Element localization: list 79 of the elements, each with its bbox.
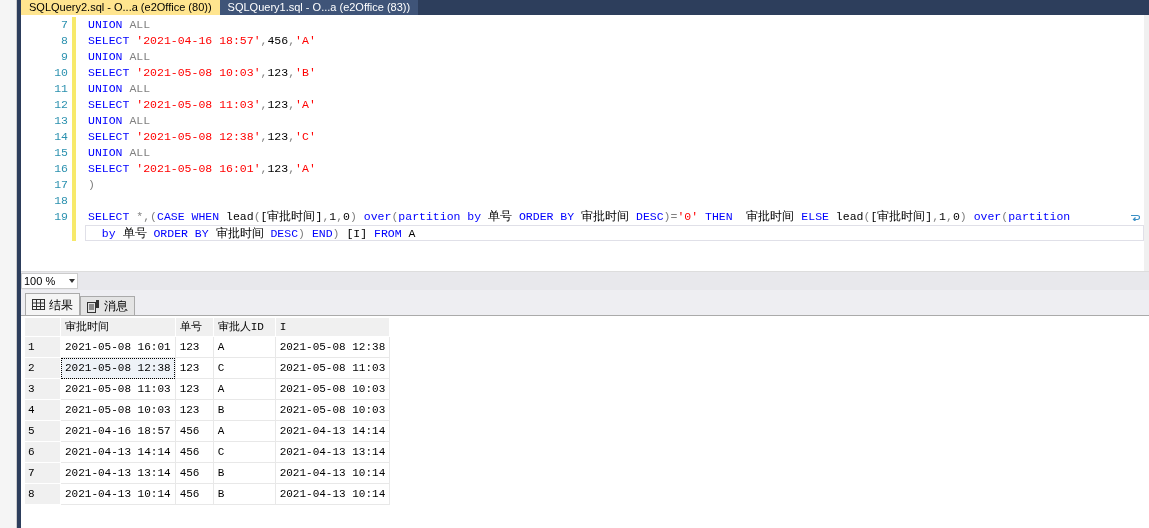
table-cell: 2021-05-08 11:03 (275, 357, 390, 379)
line-number: 8 (60, 33, 69, 49)
table-cell: 2021-04-13 14:14 (275, 420, 390, 442)
table-cell: 2021-04-13 10:14 (60, 483, 176, 505)
table-cell: 2021-05-08 12:38 (275, 336, 390, 358)
table-cell: 2021-04-13 10:14 (275, 483, 390, 505)
line-number: 18 (53, 193, 69, 209)
row-header[interactable]: 1 (24, 336, 61, 358)
code-line: SELECT '2021-05-08 16:01',123,'A' (88, 161, 317, 177)
row-header[interactable]: 6 (24, 441, 61, 463)
row-header[interactable]: 5 (24, 420, 61, 442)
table-cell: A (213, 336, 276, 358)
line-number: 15 (53, 145, 69, 161)
code-line: UNION ALL (88, 81, 152, 97)
vertical-scrollbar[interactable] (1144, 15, 1149, 271)
table-cell: 123 (175, 399, 214, 421)
table-cell: 2021-05-08 11:03 (60, 378, 176, 400)
column-header[interactable]: I (275, 317, 390, 337)
result-tab[interactable]: 消息 (80, 296, 135, 315)
line-number: 9 (60, 49, 69, 65)
table-cell: 2021-05-08 10:03 (275, 399, 390, 421)
table-cell: 2021-05-08 10:03 (275, 378, 390, 400)
dropdown-caret-icon (69, 279, 75, 283)
table-cell: 456 (175, 420, 214, 442)
line-number: 16 (53, 161, 69, 177)
document-tab[interactable]: SQLQuery1.sql - O...a (e2Office (83)) (219, 0, 419, 15)
table-cell: 2021-05-08 16:01 (60, 336, 176, 358)
code-line: SELECT '2021-04-16 18:57',456,'A' (88, 33, 317, 49)
table-cell: 123 (175, 378, 214, 400)
table-cell: C (213, 441, 276, 463)
row-header[interactable]: 2 (24, 357, 61, 379)
line-number: 7 (60, 17, 69, 33)
code-line: UNION ALL (88, 145, 152, 161)
line-number: 11 (53, 81, 69, 97)
table-cell: 456 (175, 483, 214, 505)
code-line: SELECT '2021-05-08 11:03',123,'A' (88, 97, 317, 113)
table-cell: 123 (175, 336, 214, 358)
line-number: 19 (53, 209, 69, 225)
document-icon (87, 299, 100, 313)
table-cell: 456 (175, 462, 214, 484)
corner-header[interactable] (24, 317, 61, 337)
column-header[interactable]: 审批人ID (213, 317, 276, 337)
row-header[interactable]: 3 (24, 378, 61, 400)
column-header[interactable]: 单号 (175, 317, 214, 337)
table-cell: A (213, 420, 276, 442)
row-header[interactable]: 8 (24, 483, 61, 505)
table-cell: 2021-04-13 14:14 (60, 441, 176, 463)
code-line: UNION ALL (88, 17, 152, 33)
code-line: ) (88, 177, 96, 193)
table-cell: B (213, 399, 276, 421)
column-header[interactable]: 审批时间 (60, 317, 176, 337)
row-header[interactable]: 4 (24, 399, 61, 421)
zoom-dropdown[interactable]: 100 % (21, 273, 78, 289)
table-cell: 2021-04-13 13:14 (275, 441, 390, 463)
word-wrap-icon (1131, 213, 1140, 221)
line-number: 17 (53, 177, 69, 193)
row-header[interactable]: 7 (24, 462, 61, 484)
table-cell: 2021-05-08 10:03 (60, 399, 176, 421)
result-tab[interactable]: 结果 (25, 293, 80, 315)
document-tab[interactable]: SQLQuery2.sql - O...a (e2Office (80)) (21, 0, 220, 15)
table-cell: B (213, 483, 276, 505)
line-number: 10 (53, 65, 69, 81)
table-cell: 123 (175, 357, 214, 379)
table-cell: B (213, 462, 276, 484)
code-line: SELECT *,(CASE WHEN lead([审批时间],1,0) over(partition by 单号 ORDER BY 审批时间 DESC)='0' THEN 审批时间 ELSE lead([审批时间],1,0) over(partition (88, 209, 1144, 225)
table-cell: 2021-04-13 13:14 (60, 462, 176, 484)
table-cell: 2021-04-13 10:14 (275, 462, 390, 484)
table-cell: 456 (175, 441, 214, 463)
grid-icon (32, 299, 45, 310)
line-number: 14 (53, 129, 69, 145)
table-cell: C (213, 357, 276, 379)
table-cell: A (213, 378, 276, 400)
code-line: SELECT '2021-05-08 10:03',123,'B' (88, 65, 317, 81)
code-line: UNION ALL (88, 49, 152, 65)
table-cell: 2021-04-16 18:57 (60, 420, 176, 442)
code-line: UNION ALL (88, 113, 152, 129)
code-line: SELECT '2021-05-08 12:38',123,'C' (88, 129, 317, 145)
line-number: 13 (53, 113, 69, 129)
line-number: 12 (53, 97, 69, 113)
